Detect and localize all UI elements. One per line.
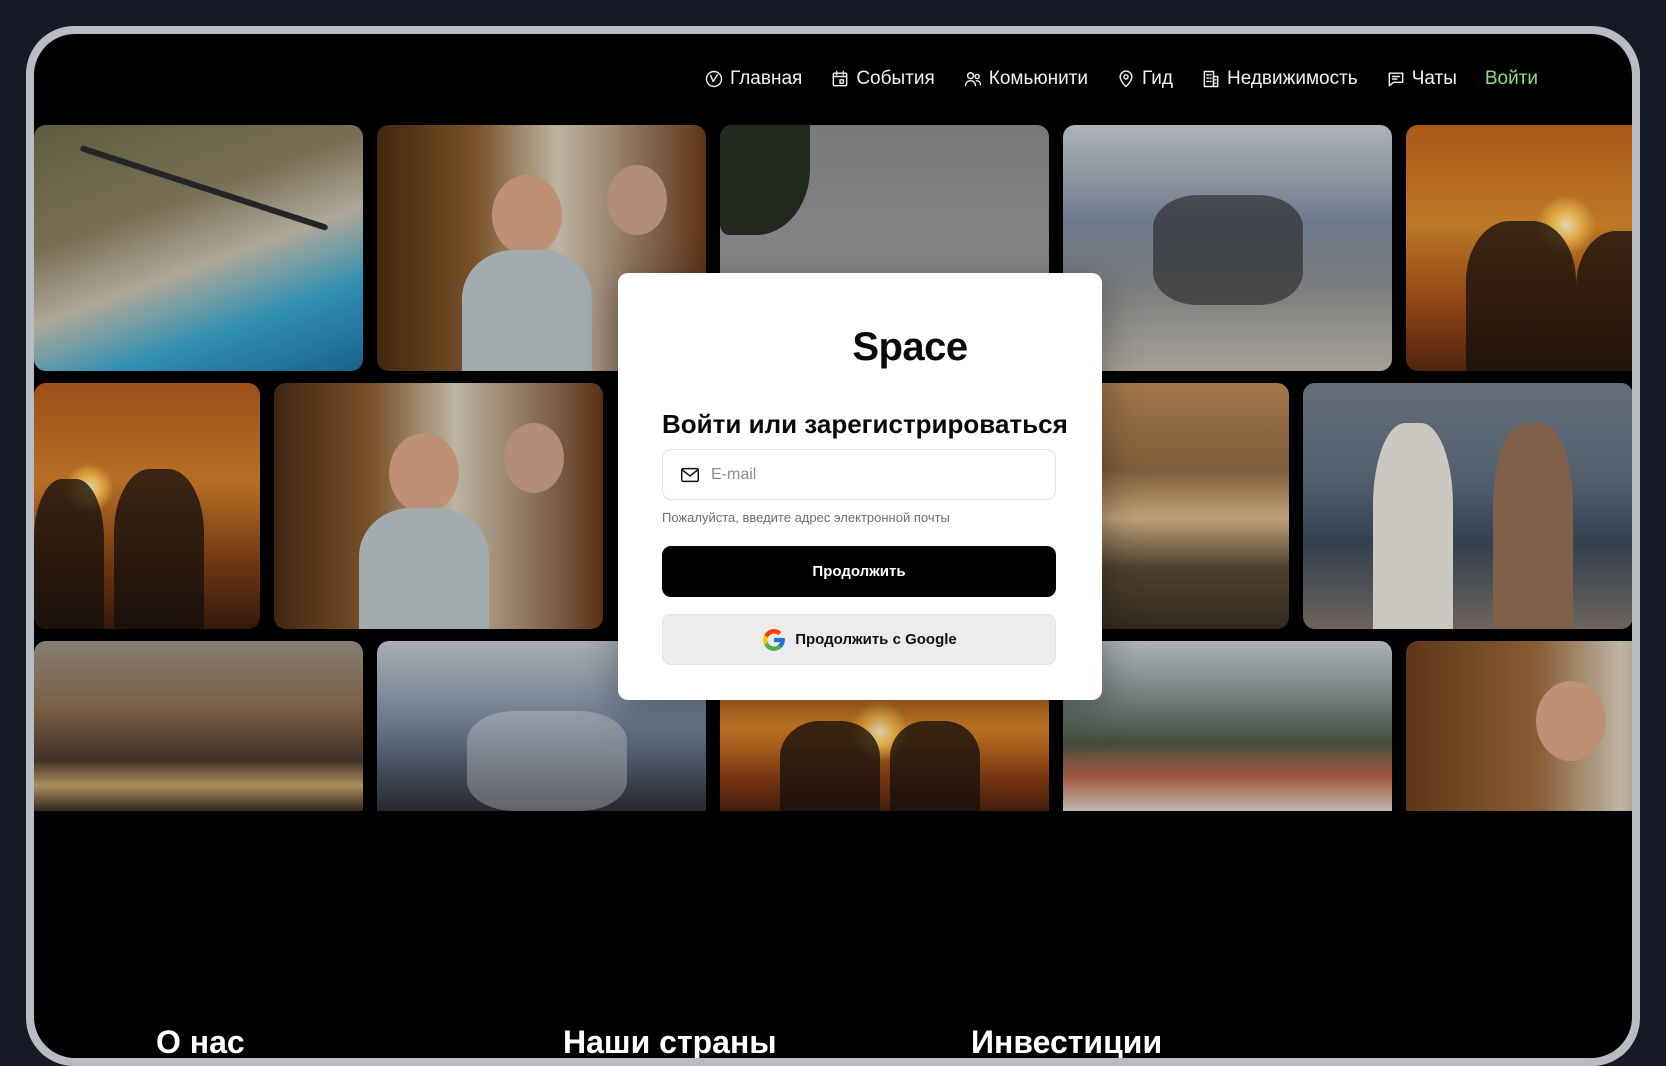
nav-item-label: Гид [1142,68,1173,89]
email-field[interactable] [662,449,1056,500]
top-navigation: Главная События Комьюнити Гид Недвижимос… [704,68,1538,90]
mail-icon [681,467,699,482]
login-modal: Space Войти или зарегистрироваться Пожал… [618,273,1102,700]
nav-item-label: События [856,68,935,89]
google-signin-button[interactable]: Продолжить с Google [662,614,1056,665]
device-frame: Главная События Комьюнити Гид Недвижимос… [26,26,1640,1066]
email-input[interactable] [711,465,1031,484]
nav-item-guide[interactable]: Гид [1116,68,1173,90]
calendar-icon [832,70,848,87]
nav-item-label: Недвижимость [1226,68,1358,89]
continue-button[interactable]: Продолжить [662,546,1056,597]
nav-item-home[interactable]: Главная [704,68,802,90]
google-icon [763,628,786,651]
users-icon [964,72,981,87]
nav-item-community[interactable]: Комьюнити [963,68,1088,90]
browser-screen: Главная События Комьюнити Гид Недвижимос… [34,34,1632,1058]
section-title-investments: Инвестиции [971,1024,1163,1058]
brand-logo: Space [852,325,968,369]
nav-item-real-estate[interactable]: Недвижимость [1201,68,1358,90]
chat-icon [1388,72,1404,87]
login-link[interactable]: Войти [1485,68,1538,90]
nav-item-label: Комьюнити [988,68,1089,89]
nav-item-events[interactable]: События [830,68,935,90]
nav-item-label: Главная [730,68,803,89]
section-title-about: О нас [156,1024,245,1058]
nav-item-label: Чаты [1411,68,1457,89]
email-hint: Пожалуйста, введите адрес электронной по… [662,510,950,525]
compass-icon [705,70,723,88]
section-title-countries: Наши страны [563,1024,777,1058]
google-button-label: Продолжить с Google [795,631,957,648]
map-pin-icon [1119,70,1133,88]
building-icon [1203,70,1219,88]
nav-item-chats[interactable]: Чаты [1386,68,1457,90]
modal-heading: Войти или зарегистрироваться [662,409,1068,439]
